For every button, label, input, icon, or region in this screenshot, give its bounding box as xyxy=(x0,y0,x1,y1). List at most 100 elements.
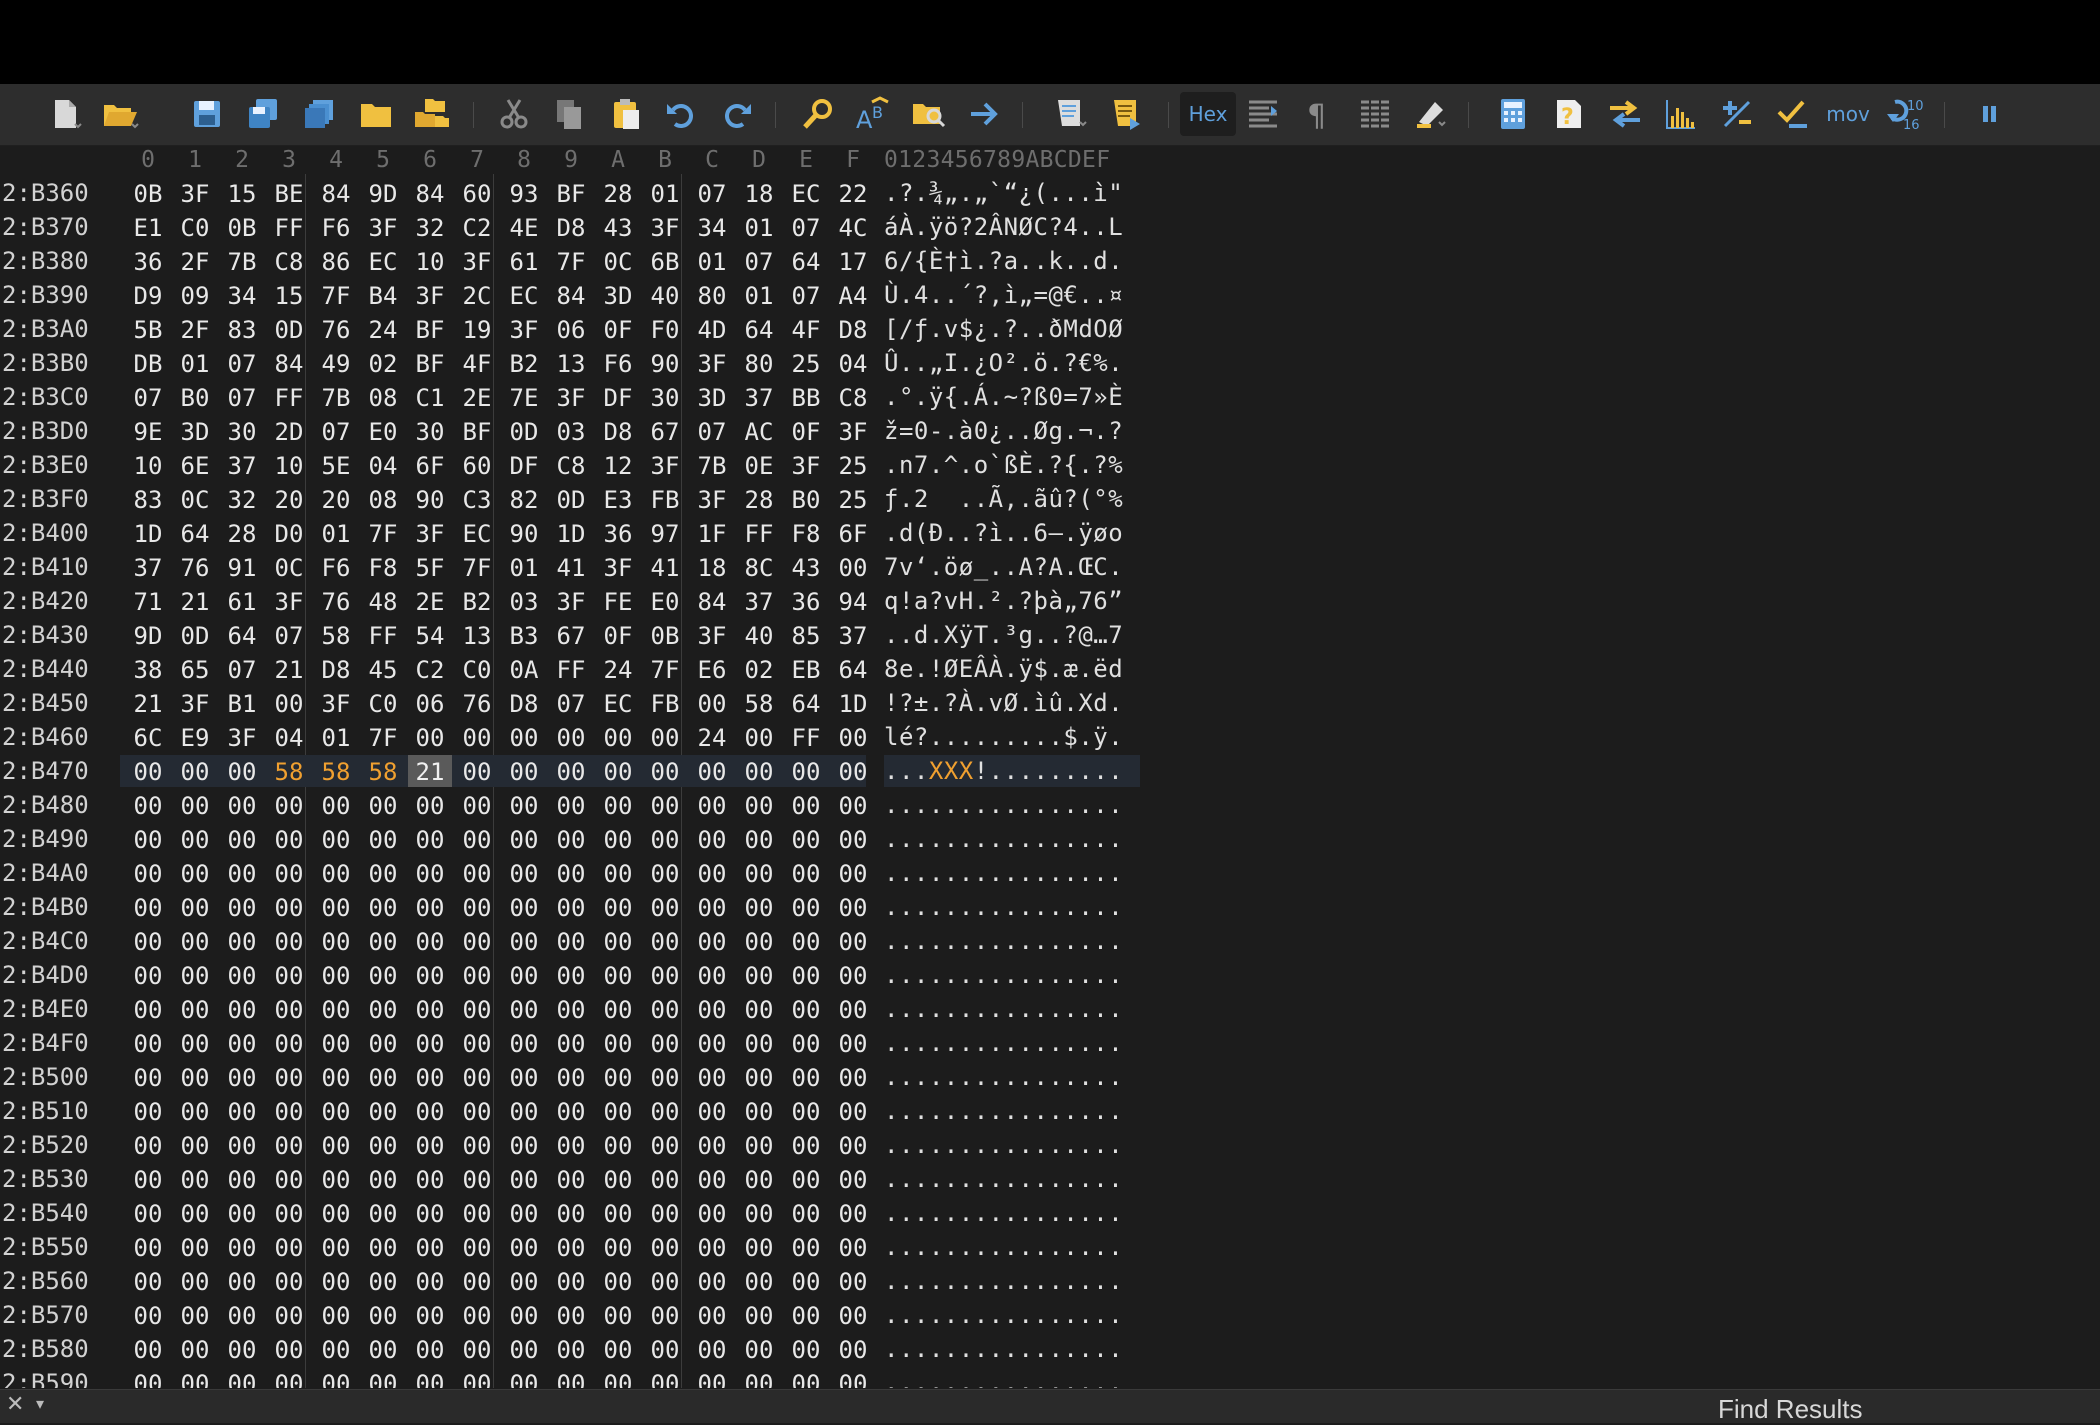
hex-byte[interactable]: 37 xyxy=(831,619,875,651)
hex-byte[interactable]: 07 xyxy=(220,381,264,413)
hex-byte[interactable]: DF xyxy=(502,449,546,481)
hex-byte[interactable]: EB xyxy=(784,653,828,685)
hex-byte[interactable]: 3F xyxy=(220,721,264,753)
hex-byte[interactable]: 00 xyxy=(126,755,170,787)
hex-byte[interactable]: 00 xyxy=(455,1061,499,1093)
hex-byte[interactable]: 00 xyxy=(784,1061,828,1093)
hex-byte[interactable]: C2 xyxy=(455,211,499,243)
hex-byte[interactable]: 00 xyxy=(596,959,640,991)
hex-byte[interactable]: B1 xyxy=(220,687,264,719)
hex-byte[interactable]: 00 xyxy=(455,755,499,787)
ascii-text[interactable]: ...XXX!......... xyxy=(884,754,1123,788)
hex-byte[interactable]: 00 xyxy=(596,1027,640,1059)
hex-byte[interactable]: 00 xyxy=(126,857,170,889)
search-icon[interactable] xyxy=(797,92,839,136)
find-in-files-icon[interactable] xyxy=(908,92,950,136)
hex-byte[interactable]: 17 xyxy=(831,245,875,277)
hex-byte[interactable]: 00 xyxy=(126,1299,170,1331)
hex-byte[interactable]: 00 xyxy=(596,755,640,787)
hex-byte[interactable]: FE xyxy=(596,585,640,617)
hex-byte[interactable]: 00 xyxy=(737,857,781,889)
hex-byte[interactable]: 9D xyxy=(361,177,405,209)
ascii-text[interactable]: ž=0-.à0¿..Øg.¬.? xyxy=(884,414,1123,448)
hex-byte[interactable]: 00 xyxy=(173,755,217,787)
hex-byte[interactable]: 49 xyxy=(314,347,358,379)
hex-byte[interactable]: 00 xyxy=(126,1333,170,1365)
hex-byte[interactable]: 3F xyxy=(643,449,687,481)
hex-byte[interactable]: 65 xyxy=(173,653,217,685)
hex-byte[interactable]: 85 xyxy=(784,619,828,651)
hex-byte[interactable]: 00 xyxy=(173,1095,217,1127)
hex-byte[interactable]: BB xyxy=(784,381,828,413)
hex-byte[interactable]: 00 xyxy=(314,1129,358,1161)
ascii-text[interactable]: ................ xyxy=(884,1026,1123,1060)
hex-byte[interactable]: 00 xyxy=(173,1027,217,1059)
help-icon[interactable]: ? xyxy=(1548,92,1590,136)
hex-byte[interactable]: 00 xyxy=(596,1367,640,1388)
hex-byte[interactable]: 00 xyxy=(784,959,828,991)
paste-icon[interactable] xyxy=(605,92,647,136)
hex-byte[interactable]: 00 xyxy=(502,823,546,855)
hex-byte[interactable]: 00 xyxy=(690,959,734,991)
hex-byte[interactable]: 0D xyxy=(549,483,593,515)
hex-byte[interactable]: FF xyxy=(267,381,311,413)
hex-byte[interactable]: 00 xyxy=(596,1163,640,1195)
hex-byte[interactable]: 00 xyxy=(737,1061,781,1093)
ascii-text[interactable]: 8e.!ØEÂÀ.ÿ$.æ.ëd xyxy=(884,652,1123,686)
hex-byte[interactable]: 00 xyxy=(549,1095,593,1127)
hex-byte[interactable]: 00 xyxy=(831,857,875,889)
hex-byte[interactable]: 00 xyxy=(643,789,687,821)
hex-byte[interactable]: 00 xyxy=(267,1129,311,1161)
hex-byte[interactable]: 00 xyxy=(220,1061,264,1093)
hex-byte[interactable]: 00 xyxy=(549,1265,593,1297)
hex-byte[interactable]: 00 xyxy=(831,1197,875,1229)
hex-byte[interactable]: 00 xyxy=(502,1231,546,1263)
hex-byte[interactable]: 00 xyxy=(173,1299,217,1331)
ascii-text[interactable]: ................ xyxy=(884,856,1123,890)
hex-byte[interactable]: 03 xyxy=(549,415,593,447)
hex-byte[interactable]: 25 xyxy=(831,483,875,515)
hex-byte[interactable]: 80 xyxy=(737,347,781,379)
hex-byte[interactable]: 00 xyxy=(220,1367,264,1388)
hex-byte[interactable]: 00 xyxy=(549,857,593,889)
hex-byte[interactable]: 30 xyxy=(408,415,452,447)
hex-byte[interactable]: 83 xyxy=(126,483,170,515)
hex-byte[interactable]: 00 xyxy=(831,1163,875,1195)
hex-byte[interactable]: 00 xyxy=(408,1027,452,1059)
hex-byte[interactable]: 9D xyxy=(126,619,170,651)
hex-byte[interactable]: 00 xyxy=(267,1197,311,1229)
hex-byte[interactable]: 00 xyxy=(690,1299,734,1331)
hex-byte[interactable]: 00 xyxy=(643,857,687,889)
hex-byte[interactable]: 00 xyxy=(220,1095,264,1127)
hex-byte[interactable]: 00 xyxy=(126,1265,170,1297)
hex-byte[interactable]: 00 xyxy=(502,1061,546,1093)
hex-byte[interactable]: 25 xyxy=(831,449,875,481)
hex-byte[interactable]: 00 xyxy=(361,1163,405,1195)
hex-byte[interactable]: E3 xyxy=(596,483,640,515)
hex-byte[interactable]: EC xyxy=(455,517,499,549)
hex-byte[interactable]: 3F xyxy=(596,551,640,583)
hex-byte[interactable]: 00 xyxy=(361,1231,405,1263)
hex-byte[interactable]: 00 xyxy=(173,1265,217,1297)
hex-byte[interactable]: 00 xyxy=(361,925,405,957)
hex-byte[interactable]: 0C xyxy=(267,551,311,583)
hex-byte[interactable]: 76 xyxy=(314,313,358,345)
macro-play-icon[interactable] xyxy=(1106,92,1148,136)
hex-byte[interactable]: 00 xyxy=(643,1333,687,1365)
hex-byte[interactable]: 00 xyxy=(455,891,499,923)
hex-byte[interactable]: 3F xyxy=(173,687,217,719)
hex-byte[interactable]: 00 xyxy=(737,1265,781,1297)
hex-byte[interactable]: 25 xyxy=(784,347,828,379)
hex-byte[interactable]: 00 xyxy=(549,925,593,957)
hex-byte[interactable]: 00 xyxy=(643,1231,687,1263)
hex-byte[interactable]: 3F xyxy=(643,211,687,243)
hex-byte[interactable]: 00 xyxy=(596,891,640,923)
hex-byte[interactable]: 00 xyxy=(455,1231,499,1263)
hex-byte[interactable]: 00 xyxy=(784,1299,828,1331)
hex-byte[interactable]: 07 xyxy=(737,245,781,277)
hex-byte[interactable]: 00 xyxy=(643,959,687,991)
hex-byte[interactable]: EC xyxy=(502,279,546,311)
hex-byte[interactable]: 67 xyxy=(549,619,593,651)
hex-byte[interactable]: 00 xyxy=(361,1265,405,1297)
hex-byte[interactable]: 00 xyxy=(643,1299,687,1331)
